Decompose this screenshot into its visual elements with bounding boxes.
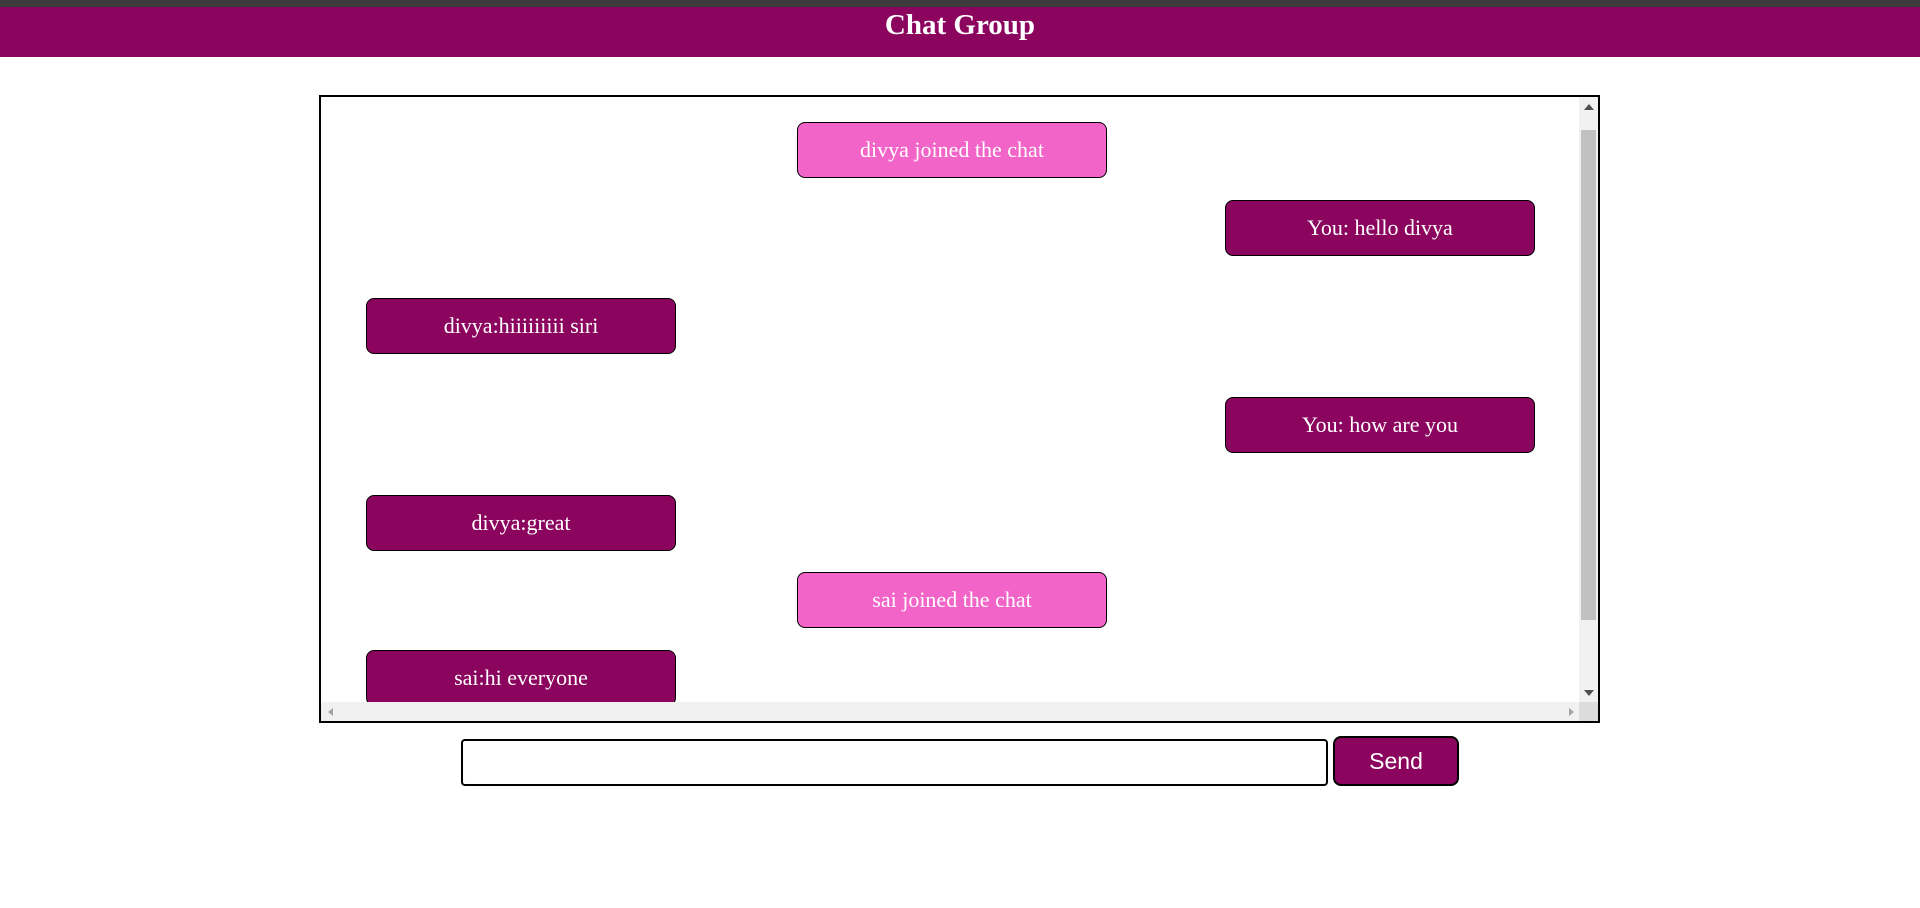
vertical-scroll-thumb[interactable]	[1581, 130, 1596, 620]
horizontal-scrollbar[interactable]	[321, 702, 1581, 721]
browser-top-strip	[0, 0, 1920, 7]
message-bubble: divya joined the chat	[797, 122, 1107, 178]
chat-header: Chat Group	[0, 7, 1920, 57]
message-bubble: divya:great	[366, 495, 676, 551]
message-text: divya:hiiiiiiiii siri	[443, 313, 599, 338]
message-text: divya:great	[471, 510, 571, 535]
message-text: You: hello divya	[1307, 215, 1453, 240]
message-bubble: You: hello divya	[1225, 200, 1535, 256]
message-bubble: You: how are you	[1225, 397, 1535, 453]
scrollbar-corner	[1579, 702, 1598, 721]
scroll-left-arrow-icon[interactable]	[321, 702, 340, 721]
scroll-up-arrow-icon[interactable]	[1579, 97, 1598, 116]
message-text: sai joined the chat	[872, 587, 1032, 612]
chat-window[interactable]: divya joined the chat You: hello divya d…	[319, 95, 1600, 723]
message-input[interactable]	[461, 739, 1328, 786]
message-text: sai:hi everyone	[454, 665, 588, 690]
message-composer: Send	[461, 736, 1459, 788]
vertical-scrollbar[interactable]	[1579, 97, 1598, 702]
scroll-down-arrow-icon[interactable]	[1579, 683, 1598, 702]
message-bubble: sai joined the chat	[797, 572, 1107, 628]
message-bubble: divya:hiiiiiiiii siri	[366, 298, 676, 354]
send-button[interactable]: Send	[1333, 736, 1459, 786]
message-bubble: sai:hi everyone	[366, 650, 676, 702]
message-text: You: how are you	[1301, 412, 1459, 437]
message-list: divya joined the chat You: hello divya d…	[321, 97, 1581, 702]
page-title: Chat Group	[884, 9, 1036, 41]
message-text: divya joined the chat	[860, 137, 1044, 162]
